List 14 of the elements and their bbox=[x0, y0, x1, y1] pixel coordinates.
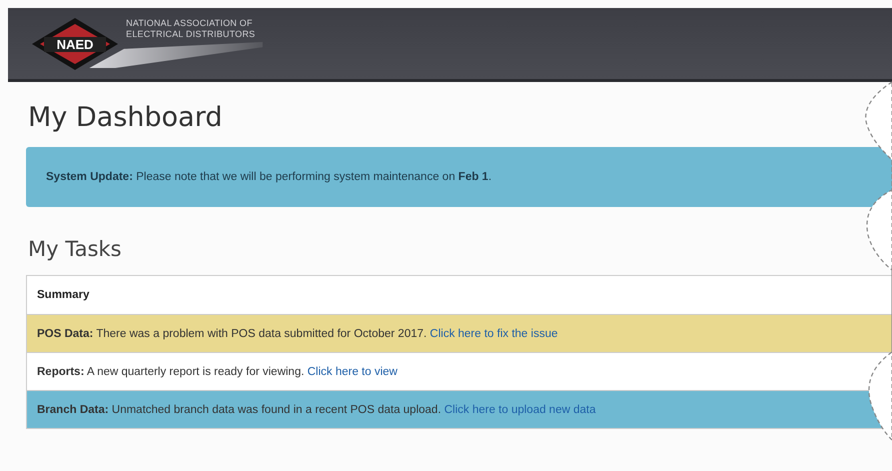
logo-text: NAED bbox=[56, 37, 94, 52]
task-message: POS Data: There was a problem with POS data submitted for October 2017. Click here to fix the issue bbox=[37, 328, 558, 340]
task-message: Branch Data: Unmatched branch data was found in a recent POS data upload. Click here to upload new data bbox=[37, 404, 596, 416]
page-title: My Dashboard bbox=[28, 102, 222, 133]
alert-message: System Update: Please note that we will be performing system maintenance on Feb 1. bbox=[46, 171, 492, 183]
task-link[interactable]: Click here to upload new data bbox=[444, 404, 596, 416]
table-header: Summary bbox=[37, 289, 90, 301]
org-name: NATIONAL ASSOCIATION OF bbox=[126, 18, 252, 29]
diamond-logo-icon bbox=[30, 16, 120, 72]
task-message: Reports: A new quarterly report is ready for viewing. Click here to view bbox=[37, 366, 398, 378]
org-name: ELECTRICAL DISTRIBUTORS bbox=[126, 29, 256, 40]
task-link[interactable]: Click here to view bbox=[307, 366, 398, 378]
section-title: My Tasks bbox=[28, 237, 122, 261]
task-link[interactable]: Click here to fix the issue bbox=[430, 328, 558, 340]
